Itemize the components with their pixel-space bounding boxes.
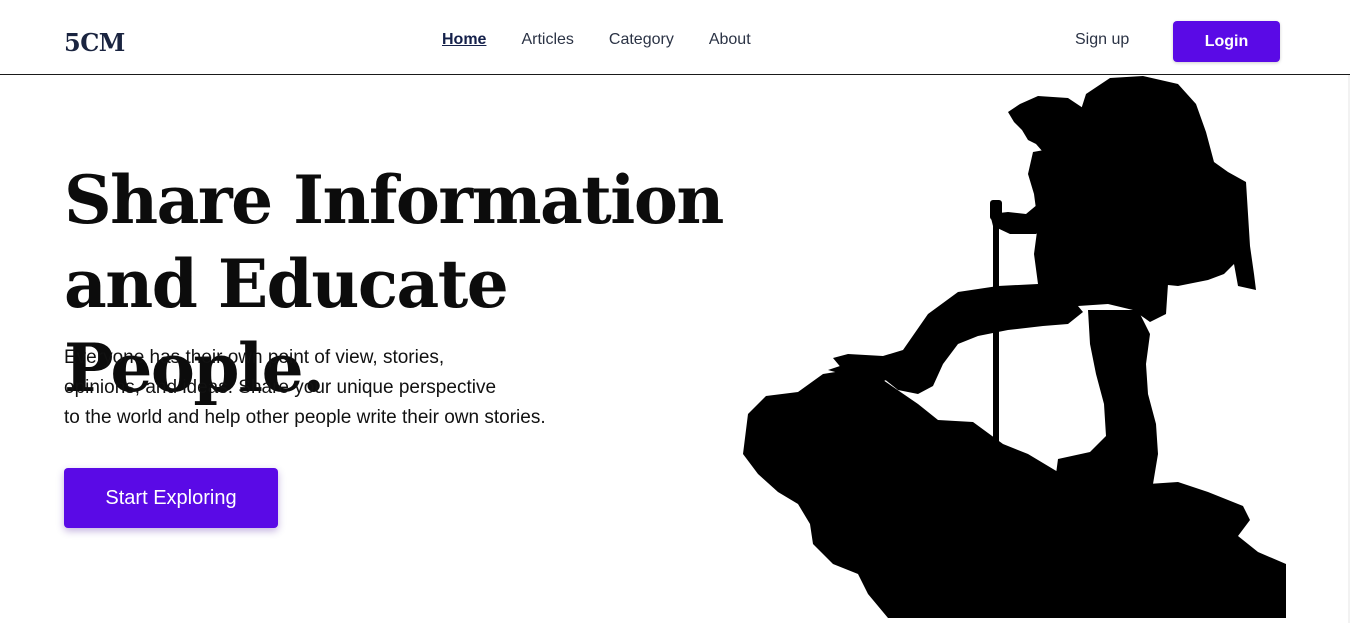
hiker-back-leg [1056, 310, 1158, 486]
signup-link[interactable]: Sign up [1075, 31, 1129, 49]
nav-link-articles[interactable]: Articles [521, 31, 573, 49]
hero-description-line: to the world and help other people write… [64, 407, 546, 428]
hero-description-line: Everyone has their own point of view, st… [64, 347, 445, 368]
nav-link-about[interactable]: About [709, 31, 751, 49]
hero-title-line-1: Share Information [64, 161, 724, 239]
login-button[interactable]: Login [1173, 21, 1280, 62]
nav-link-home[interactable]: Home [442, 31, 486, 49]
nav-link-category[interactable]: Category [609, 31, 674, 49]
hero-description: Everyone has their own point of view, st… [64, 343, 664, 433]
main-nav: Home Articles Category About [442, 31, 751, 49]
top-navbar: 5CM Home Articles Category About Sign up… [0, 0, 1350, 75]
start-exploring-button[interactable]: Start Exploring [64, 468, 278, 528]
rock-shape [743, 370, 1286, 618]
hiker-body [1008, 96, 1088, 152]
hiker-silhouette-image [743, 76, 1286, 618]
hero-description-line: opinions, and ideas. Share your unique p… [64, 377, 497, 398]
brand-logo[interactable]: 5CM [64, 28, 125, 57]
